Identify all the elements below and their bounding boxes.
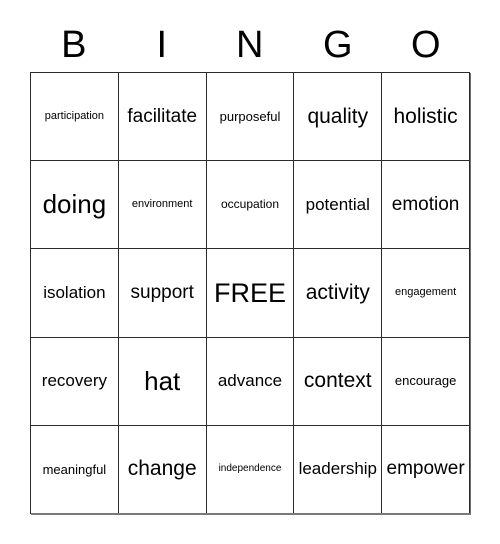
bingo-cell[interactable]: emotion — [382, 161, 470, 250]
bingo-cell-label: advance — [217, 371, 283, 391]
bingo-cell-label: support — [130, 282, 194, 304]
bingo-cell[interactable]: context — [294, 337, 383, 426]
bingo-cell[interactable]: independence — [206, 425, 295, 514]
bingo-cell[interactable]: potential — [294, 161, 383, 250]
header-letter-g: G — [322, 24, 354, 66]
bingo-cell-label: emotion — [391, 193, 460, 215]
bingo-cell-label: empower — [386, 458, 465, 480]
bingo-cell-label: doing — [42, 189, 107, 220]
bingo-cell-label: encourage — [394, 373, 457, 389]
bingo-cell[interactable]: encourage — [382, 337, 470, 426]
header-letter-b: B — [61, 24, 87, 66]
bingo-cell-label: occupation — [220, 197, 280, 212]
bingo-cell-label: quality — [307, 104, 369, 128]
bingo-cell[interactable]: recovery — [31, 337, 119, 426]
bingo-grid: participation facilitate purposeful quality… — [30, 72, 471, 515]
bingo-card: B I N G O participation facilitate purpose… — [0, 0, 500, 544]
bingo-cell[interactable]: activity — [294, 249, 383, 338]
bingo-cell[interactable]: meaningful — [31, 425, 119, 514]
bingo-cell[interactable]: facilitate — [118, 73, 207, 162]
bingo-cell-label: change — [127, 457, 197, 481]
bingo-cell[interactable]: support — [118, 249, 207, 338]
bingo-cell[interactable]: empower — [382, 425, 470, 514]
bingo-cell[interactable]: environment — [118, 161, 207, 250]
bingo-header-row: B I N G O — [30, 18, 470, 72]
bingo-cell-label: independence — [218, 463, 282, 475]
bingo-cell[interactable]: participation — [31, 73, 119, 162]
bingo-cell-label: isolation — [43, 283, 106, 303]
bingo-cell-label: participation — [44, 109, 105, 122]
bingo-cell[interactable]: isolation — [31, 249, 119, 338]
bingo-cell-label: context — [303, 369, 372, 393]
header-letter-n: N — [236, 24, 264, 66]
bingo-cell[interactable]: advance — [206, 337, 295, 426]
bingo-cell[interactable]: leadership — [294, 425, 383, 514]
bingo-cell-label: potential — [305, 194, 370, 214]
bingo-cell-label: leadership — [298, 459, 378, 479]
bingo-cell-label: environment — [131, 198, 193, 211]
bingo-cell-label: engagement — [395, 286, 457, 299]
bingo-cell-label: facilitate — [127, 105, 198, 127]
bingo-cell[interactable]: hat — [118, 337, 207, 426]
bingo-cell-label: meaningful — [42, 461, 107, 477]
bingo-cell[interactable]: doing — [31, 161, 119, 250]
bingo-cell-label: FREE — [213, 277, 286, 308]
bingo-cell-label: purposeful — [219, 108, 281, 124]
header-letter-o: O — [410, 24, 442, 66]
bingo-cell[interactable]: quality — [294, 73, 383, 162]
bingo-cell-label: recovery — [41, 371, 107, 391]
bingo-cell[interactable]: holistic — [382, 73, 470, 162]
bingo-cell-label: activity — [305, 280, 370, 304]
bingo-cell-label: hat — [144, 365, 181, 396]
bingo-cell[interactable]: occupation — [206, 161, 295, 250]
bingo-cell[interactable]: purposeful — [206, 73, 295, 162]
bingo-cell[interactable]: change — [118, 425, 207, 514]
bingo-free-space[interactable]: FREE — [206, 249, 295, 338]
bingo-cell[interactable]: engagement — [382, 249, 470, 338]
header-letter-i: I — [156, 24, 168, 66]
bingo-cell-label: holistic — [393, 104, 458, 128]
